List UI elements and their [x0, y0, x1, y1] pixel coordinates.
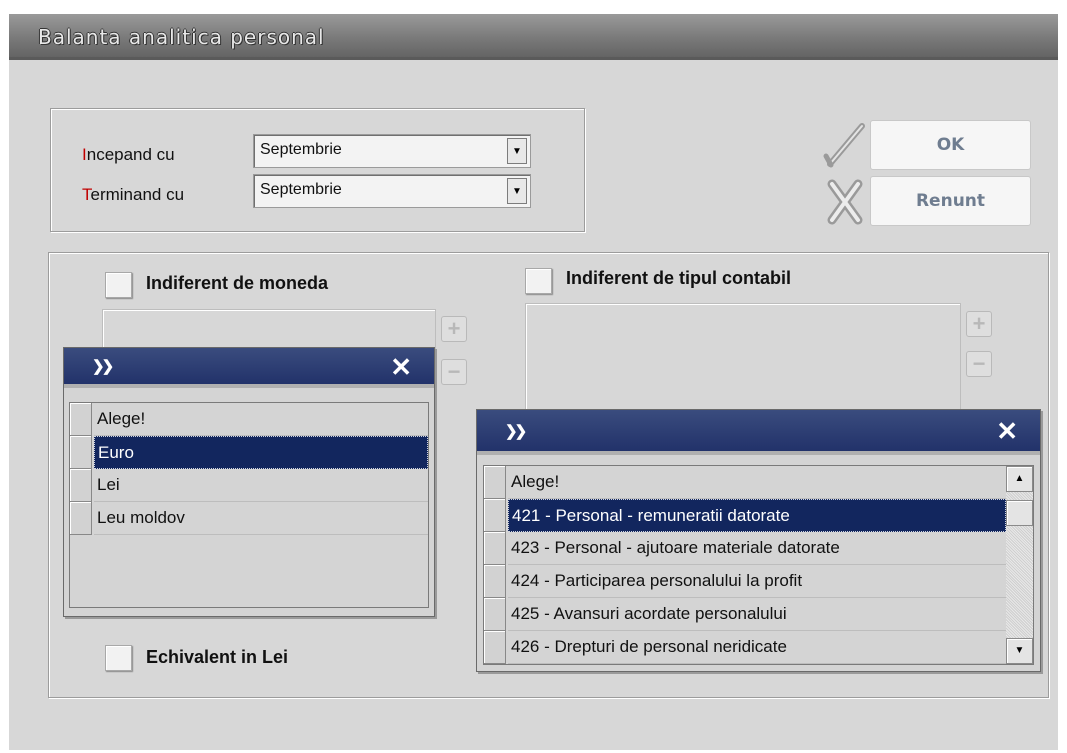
row-indicator — [484, 565, 506, 598]
cancel-button[interactable]: Renunt — [870, 176, 1031, 226]
period-group — [50, 108, 585, 232]
list-item[interactable]: Lei — [70, 469, 428, 502]
plus-icon: + — [447, 316, 461, 341]
list-item[interactable]: 425 - Avansuri acordate personalului — [484, 598, 1006, 631]
chevron-right-icon: ❯❯ — [92, 358, 114, 375]
list-item[interactable]: Alege! — [70, 403, 428, 436]
list-item[interactable]: Leu moldov — [70, 502, 428, 535]
list-item[interactable]: 423 - Personal - ajutoare materiale dato… — [484, 532, 1006, 565]
account-selection-area — [525, 303, 961, 425]
scroll-up-icon[interactable]: ▲ — [1006, 466, 1033, 492]
list-item-selected[interactable]: Euro — [70, 436, 428, 469]
currency-popup: ❯❯ ✕ Alege! Euro Lei Leu moldov — [63, 347, 435, 617]
end-month-select[interactable]: Septembrie ▼ — [253, 174, 531, 208]
add-currency-button[interactable]: + — [441, 316, 467, 342]
account-type-any-checkbox[interactable] — [525, 268, 552, 294]
chevron-right-icon: ❯❯ — [505, 423, 527, 440]
list-item[interactable]: Alege! — [484, 466, 1006, 499]
scrollbar-thumb[interactable] — [1006, 500, 1033, 526]
start-month-value: Septembrie — [260, 141, 342, 158]
start-label: Incepand cu — [82, 145, 175, 164]
row-indicator — [484, 631, 506, 664]
account-type-list[interactable]: Alege! 421 - Personal - remuneratii dato… — [483, 465, 1034, 665]
equivalent-lei-label: Echivalent in Lei — [146, 647, 289, 667]
close-icon[interactable]: ✕ — [996, 416, 1018, 447]
minus-icon: − — [447, 359, 461, 384]
scroll-down-icon[interactable]: ▼ — [1006, 638, 1033, 664]
end-month-value: Septembrie — [260, 181, 342, 198]
currency-any-label: Indiferent de moneda — [146, 273, 329, 293]
account-type-rows: Alege! 421 - Personal - remuneratii dato… — [484, 466, 1006, 664]
dropdown-arrow-icon[interactable]: ▼ — [507, 178, 527, 204]
row-indicator — [70, 436, 92, 469]
check-icon — [823, 123, 865, 168]
start-month-select[interactable]: Septembrie ▼ — [253, 134, 531, 168]
row-indicator — [484, 532, 506, 565]
account-type-popup: ❯❯ ✕ Alege! 421 - Personal - remuneratii… — [476, 409, 1041, 672]
account-type-popup-header[interactable]: ❯❯ ✕ — [477, 410, 1040, 455]
close-icon[interactable]: ✕ — [390, 352, 412, 383]
row-indicator — [484, 499, 506, 532]
window-title: Balanta analitica personal — [38, 25, 325, 49]
end-label: Terminand cu — [82, 185, 185, 204]
x-icon — [827, 179, 863, 225]
minus-icon: − — [972, 351, 986, 376]
row-indicator — [484, 466, 506, 499]
row-indicator — [484, 598, 506, 631]
dropdown-arrow-icon[interactable]: ▼ — [507, 138, 527, 164]
currency-any-checkbox[interactable] — [105, 272, 132, 298]
equivalent-lei-checkbox[interactable] — [105, 645, 132, 671]
list-item[interactable]: 426 - Drepturi de personal neridicate — [484, 631, 1006, 664]
account-type-any-label: Indiferent de tipul contabil — [566, 268, 791, 288]
remove-currency-button[interactable]: − — [441, 359, 467, 385]
currency-list[interactable]: Alege! Euro Lei Leu moldov — [69, 402, 429, 608]
row-indicator — [70, 502, 92, 535]
ok-button[interactable]: OK — [870, 120, 1031, 170]
currency-popup-header[interactable]: ❯❯ ✕ — [64, 348, 434, 388]
list-item[interactable]: 424 - Participarea personalului la profi… — [484, 565, 1006, 598]
row-indicator — [70, 403, 92, 436]
plus-icon: + — [972, 311, 986, 336]
list-item-selected[interactable]: 421 - Personal - remuneratii datorate — [484, 499, 1006, 532]
vertical-scrollbar[interactable]: ▲ ▼ — [1006, 466, 1033, 664]
add-account-type-button[interactable]: + — [966, 311, 992, 337]
remove-account-type-button[interactable]: − — [966, 351, 992, 377]
row-indicator — [70, 469, 92, 502]
